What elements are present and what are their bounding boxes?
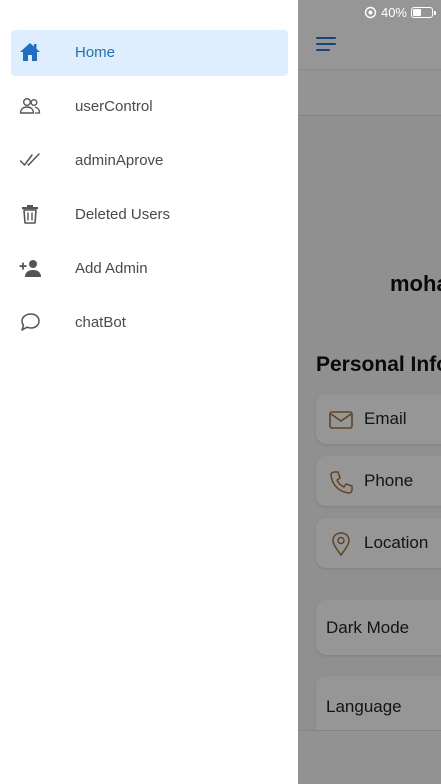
- navigation-drawer: Home userControl adminAprove Deleted Use…: [0, 0, 298, 784]
- person-add-icon: [19, 257, 41, 279]
- nav-item-chatbot-label: chatBot: [75, 314, 126, 331]
- nav-item-deleted-users[interactable]: Deleted Users: [11, 192, 288, 238]
- nav-item-chatbot[interactable]: chatBot: [11, 300, 288, 346]
- home-icon: [19, 41, 41, 63]
- users-icon: [19, 95, 41, 117]
- nav-item-home-label: Home: [75, 44, 116, 61]
- battery-icon: [411, 6, 436, 18]
- nav-item-admin-approve-label: adminAprove: [75, 152, 164, 169]
- nav-item-admin-approve[interactable]: adminAprove: [11, 138, 288, 184]
- nav-item-user-control-label: userControl: [75, 98, 153, 115]
- trash-icon: [19, 203, 41, 225]
- status-bar: 40%: [364, 4, 436, 20]
- nav-item-add-admin[interactable]: Add Admin: [11, 246, 288, 292]
- rotation-lock-icon: [364, 6, 377, 18]
- nav-item-add-admin-label: Add Admin: [75, 260, 148, 277]
- double-check-icon: [19, 149, 41, 171]
- battery-percentage: 40%: [380, 4, 407, 20]
- nav-item-user-control[interactable]: userControl: [11, 84, 288, 130]
- nav-item-deleted-users-label: Deleted Users: [75, 206, 171, 223]
- nav-item-home[interactable]: Home: [11, 30, 288, 76]
- chat-bubble-icon: [19, 311, 41, 333]
